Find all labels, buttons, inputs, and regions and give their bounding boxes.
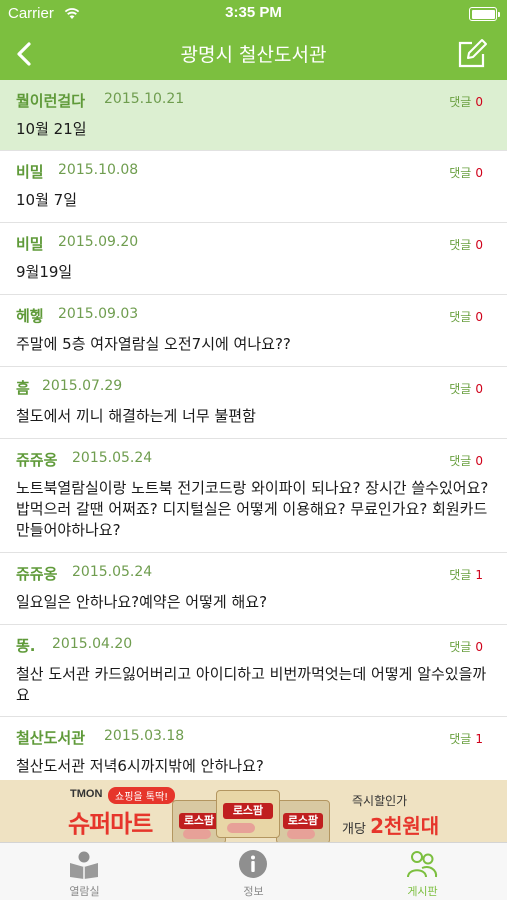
ad-brand: 슈퍼마트 [68, 810, 153, 838]
post-body: 주말에 5층 여자열람실 오전7시에 여나요?? [16, 335, 291, 353]
comment-count: 댓글 1 [449, 568, 483, 582]
post-body: 철산 도서관 카드잃어버리고 아이디하고 비번까먹엇는데 어떻게 알수있을까요 [16, 665, 487, 704]
comment-count: 댓글 0 [449, 454, 483, 468]
back-chevron-icon[interactable] [8, 37, 42, 71]
post-author: 뭘이런걸다 [16, 92, 86, 110]
product-image: 로스팜 로스팜 로스팜 [172, 786, 332, 842]
page-title: 광명시 철산도서관 [180, 44, 327, 66]
post-row[interactable]: 쥬쥬옹 2015.05.24 댓글 0 노트북열람실이랑 노트북 전기코드랑 와이… [0, 439, 507, 553]
tab-reading-room[interactable]: 열람실 [0, 843, 169, 900]
post-body: 노트북열람실이랑 노트북 전기코드랑 와이파이 되나요? 장시간 쓸수있어요? … [16, 479, 489, 539]
post-row[interactable]: 철산도서관 2015.03.18 댓글 1 철산도서관 저녁6시까지밖에 안하나요… [0, 717, 507, 780]
post-list[interactable]: 뭘이런걸다 2015.10.21 댓글 0 10월 21일 비밀 2015.10.… [0, 80, 507, 780]
ad-subtitle: 즉시할인가 [352, 794, 408, 808]
post-author: 흠 [16, 379, 30, 397]
ad-badge: 쇼핑을 톡딱! [108, 787, 176, 804]
comment-count: 댓글 1 [449, 732, 483, 746]
post-body: 철도에서 끼니 해결하는게 너무 불편함 [16, 407, 256, 425]
post-author: 헤헿 [16, 307, 44, 325]
post-date: 2015.10.08 [58, 162, 139, 178]
battery-icon [469, 7, 500, 21]
post-date: 2015.09.20 [58, 234, 139, 250]
post-date: 2015.05.24 [72, 564, 153, 580]
post-row[interactable]: 쥬쥬옹 2015.05.24 댓글 1 일요일은 안하나요?예약은 어떻게 해요? [0, 553, 507, 625]
post-author: 비밀 [16, 163, 44, 181]
ad-banner[interactable]: TMON 쇼핑을 톡딱! 슈퍼마트 로스팜 로스팜 로스팜 즉시할인가 개당 2… [0, 780, 507, 842]
status-bar: Carrier 3:35 PM [0, 0, 507, 28]
tab-label: 열람실 [69, 885, 100, 898]
community-icon [407, 851, 438, 878]
post-date: 2015.09.03 [58, 306, 139, 322]
post-date: 2015.03.18 [104, 728, 185, 744]
navigation-bar: 광명시 철산도서관 [0, 28, 507, 80]
compose-icon[interactable] [455, 37, 489, 71]
post-date: 2015.10.21 [104, 91, 185, 107]
post-author: 철산도서관 [16, 729, 86, 747]
info-icon [239, 850, 267, 878]
post-body: 일요일은 안하나요?예약은 어떻게 해요? [16, 593, 268, 611]
post-row[interactable]: 비밀 2015.09.20 댓글 0 9월19일 [0, 223, 507, 295]
post-author: 쥬쥬옹 [16, 451, 58, 469]
tmon-logo: TMON [70, 788, 103, 800]
tab-info[interactable]: 정보 [169, 843, 338, 900]
reading-room-icon [70, 851, 98, 879]
post-body: 10월 7일 [16, 191, 77, 209]
ad-price: 개당 2천원대 [342, 814, 440, 838]
post-body: 10월 21일 [16, 120, 87, 138]
comment-count: 댓글 0 [449, 166, 483, 180]
tab-label: 게시판 [407, 885, 438, 898]
post-author: 쥬쥬옹 [16, 565, 58, 583]
post-author: 똥. [16, 637, 36, 655]
post-row[interactable]: 흠 2015.07.29 댓글 0 철도에서 끼니 해결하는게 너무 불편함 [0, 367, 507, 439]
post-author: 비밀 [16, 235, 44, 253]
tab-label: 정보 [243, 885, 264, 898]
comment-count: 댓글 0 [449, 640, 483, 654]
post-row[interactable]: 똥. 2015.04.20 댓글 0 철산 도서관 카드잃어버리고 아이디하고 비… [0, 625, 507, 717]
comment-count: 댓글 0 [449, 310, 483, 324]
post-row[interactable]: 뭘이런걸다 2015.10.21 댓글 0 10월 21일 [0, 80, 507, 151]
post-date: 2015.05.24 [72, 450, 153, 466]
comment-count: 댓글 0 [449, 95, 483, 109]
comment-count: 댓글 0 [449, 238, 483, 252]
comment-count: 댓글 0 [449, 382, 483, 396]
post-row[interactable]: 헤헿 2015.09.03 댓글 0 주말에 5층 여자열람실 오전7시에 여나요… [0, 295, 507, 367]
post-date: 2015.04.20 [52, 636, 133, 652]
post-row[interactable]: 비밀 2015.10.08 댓글 0 10월 7일 [0, 151, 507, 223]
clock: 3:35 PM [225, 4, 282, 21]
post-body: 철산도서관 저녁6시까지밖에 안하나요? [16, 757, 264, 775]
tab-board[interactable]: 게시판 [338, 843, 507, 900]
tab-bar: 열람실 정보 게시판 [0, 842, 507, 900]
post-body: 9월19일 [16, 263, 73, 281]
post-date: 2015.07.29 [42, 378, 123, 394]
